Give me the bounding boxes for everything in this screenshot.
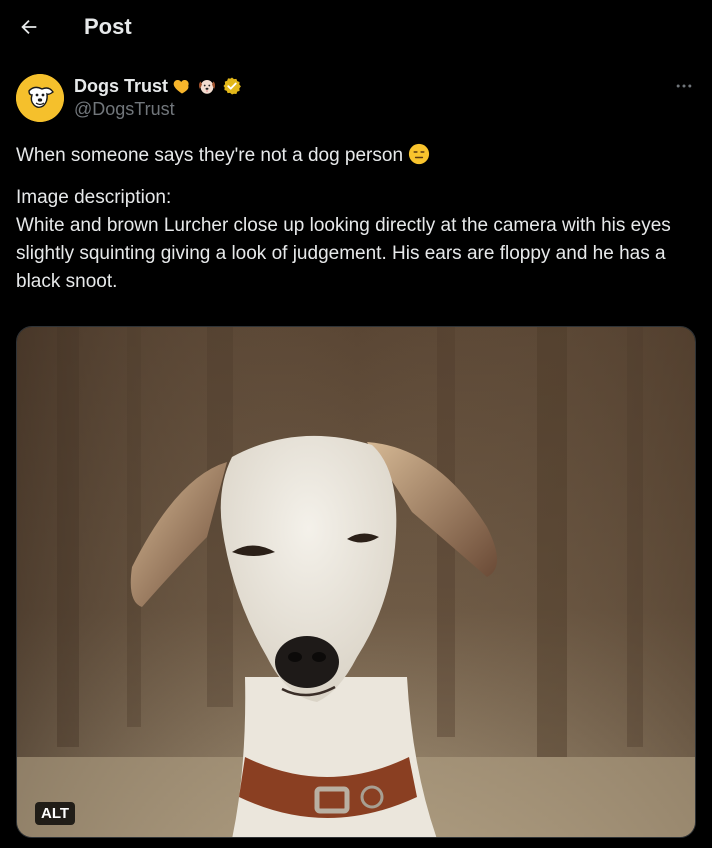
more-options-button[interactable]: [672, 74, 696, 98]
dog-photo: [17, 327, 695, 837]
name-row: Dogs Trust: [74, 74, 242, 98]
post-text-line: When someone says they're not a dog pers…: [16, 142, 701, 170]
post-text-main: When someone says they're not a dog pers…: [16, 145, 404, 166]
back-button[interactable]: [12, 10, 46, 44]
page-title: Post: [84, 14, 132, 39]
yellow-heart-icon: [172, 76, 192, 96]
expressionless-face-icon: [409, 143, 430, 165]
image-description-label: Image description:: [16, 187, 172, 208]
verified-badge-icon[interactable]: [222, 76, 242, 96]
dogs-trust-logo-icon: [16, 74, 64, 122]
alt-badge[interactable]: ALT: [35, 802, 76, 825]
avatar[interactable]: [16, 74, 64, 122]
post-image[interactable]: ALT: [16, 326, 696, 838]
arrow-left-icon: [21, 19, 37, 35]
author-block: Dogs Trust @DogsTrust: [74, 74, 242, 120]
image-description-body: White and brown Lurcher close up looking…: [16, 215, 671, 292]
display-name[interactable]: Dogs Trust: [74, 76, 168, 97]
handle[interactable]: @DogsTrust: [74, 99, 242, 120]
post-header: Post: [0, 0, 712, 56]
post-text: When someone says they're not a dog pers…: [16, 142, 701, 296]
more-dots-icon: [676, 84, 692, 88]
dog-face-icon: [196, 75, 218, 97]
